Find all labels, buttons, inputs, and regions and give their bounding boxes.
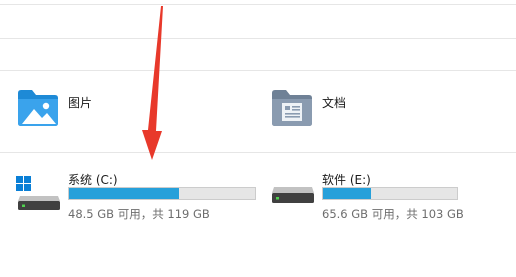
drive-name: 软件 (E:) xyxy=(322,173,371,187)
pictures-folder-icon xyxy=(18,90,58,126)
annotation-arrow-icon xyxy=(142,6,163,160)
folder-item-pictures[interactable]: 图片 xyxy=(16,84,226,130)
documents-folder-icon xyxy=(272,90,312,126)
drive-space-detail: 65.6 GB 可用，共 103 GB xyxy=(322,207,464,221)
this-pc-window: 图片 文档 系统 (C:) 48.5 GB 可用，共 119 GB 软件 (E:… xyxy=(0,0,516,277)
drive-item-c[interactable]: 系统 (C:) 48.5 GB 可用，共 119 GB xyxy=(14,166,260,226)
storage-usage-fill xyxy=(69,188,179,199)
storage-usage-bar xyxy=(68,187,256,200)
drive-name: 系统 (C:) xyxy=(68,173,118,187)
divider xyxy=(0,38,516,39)
drive-item-e[interactable]: 软件 (E:) 65.6 GB 可用，共 103 GB xyxy=(268,166,474,226)
drive-space-detail: 48.5 GB 可用，共 119 GB xyxy=(68,207,210,221)
divider xyxy=(0,152,516,153)
hard-drive-icon xyxy=(272,187,314,203)
folder-item-documents[interactable]: 文档 xyxy=(270,84,480,130)
system-drive-icon xyxy=(16,176,60,210)
storage-usage-fill xyxy=(323,188,372,199)
folder-label: 图片 xyxy=(68,96,93,110)
folder-label: 文档 xyxy=(322,96,347,110)
storage-usage-bar xyxy=(322,187,458,200)
divider xyxy=(0,4,516,5)
divider xyxy=(0,70,516,71)
